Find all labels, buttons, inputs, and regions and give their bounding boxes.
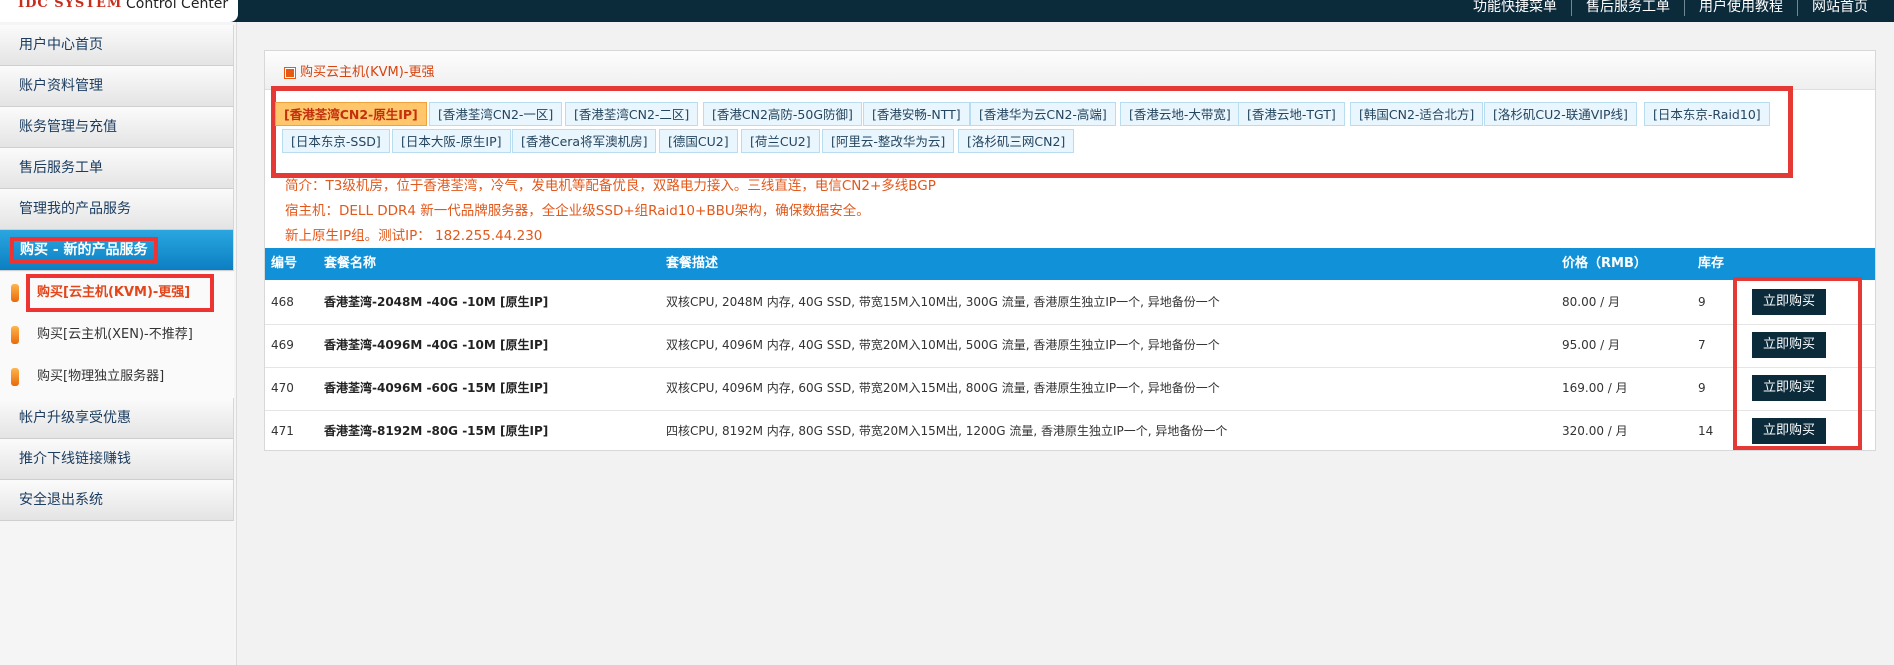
table-row: 468 香港荃湾-2048M -40G -10M [原生IP] 双核CPU, 2… xyxy=(265,281,1875,325)
highlight-box xyxy=(26,274,214,312)
row-id: 468 xyxy=(271,295,294,309)
sub-item-label: 购买[云主机(XEN)-不推荐] xyxy=(37,327,193,342)
sub-item-buy-xen[interactable]: 购买[云主机(XEN)-不推荐] xyxy=(0,314,234,357)
row-name: 香港荃湾-4096M -60G -15M [原生IP] xyxy=(324,381,549,395)
row-id: 470 xyxy=(271,381,294,395)
sub-item-label: 购买[物理独立服务器] xyxy=(37,369,165,384)
tab-germany-cu2[interactable]: [德国CU2] xyxy=(659,129,738,153)
sidebar-item-user-home[interactable]: 用户中心首页 xyxy=(0,25,234,66)
tab-netherlands-cu2[interactable]: [荷兰CU2] xyxy=(741,129,820,153)
row-price: 320.00 / 月 xyxy=(1562,424,1628,438)
tab-japan-tokyo-ssd[interactable]: [日本东京-SSD] xyxy=(282,129,390,153)
sidebar-item-billing[interactable]: 账务管理与充值 xyxy=(0,107,234,148)
sub-item-buy-dedicated[interactable]: 购买[物理独立服务器] xyxy=(0,356,234,399)
main-panel: 购买云主机(KVM)-更强 [香港荃湾CN2-原生IP] [香港荃湾CN2-一区… xyxy=(264,50,1876,451)
row-name: 香港荃湾-8192M -80G -15M [原生IP] xyxy=(324,424,549,438)
sub-item-buy-kvm[interactable]: 购买[云主机(KVM)-更强] xyxy=(0,272,234,315)
sidebar-item-service-ticket[interactable]: 售后服务工单 xyxy=(0,148,234,189)
row-stock: 7 xyxy=(1698,338,1706,352)
link-site-home[interactable]: 网站首页 xyxy=(1797,0,1882,16)
orange-bar-icon xyxy=(11,284,19,302)
sidebar-item-manage-products[interactable]: 管理我的产品服务 xyxy=(0,189,234,230)
table-row: 470 香港荃湾-4096M -60G -15M [原生IP] 双核CPU, 4… xyxy=(265,367,1875,411)
table-row: 471 香港荃湾-8192M -80G -15M [原生IP] 四核CPU, 8… xyxy=(265,410,1875,453)
control-center-title: Control Center xyxy=(126,0,229,12)
orange-bar-icon xyxy=(11,368,19,386)
link-quick-menu[interactable]: 功能快捷菜单 xyxy=(1459,0,1571,16)
col-desc: 套餐描述 xyxy=(666,256,719,271)
col-name: 套餐名称 xyxy=(324,256,377,271)
sidebar-item-logout[interactable]: 安全退出系统 xyxy=(0,480,234,521)
table-row: 469 香港荃湾-4096M -40G -10M [原生IP] 双核CPU, 4… xyxy=(265,324,1875,368)
tab-hk-yundi-tgt[interactable]: [香港云地-TGT] xyxy=(1238,102,1345,126)
row-price: 80.00 / 月 xyxy=(1562,295,1621,309)
intro-line-2: 宿主机：DELL DDR4 新一代品牌服务器，全企业级SSD+组Raid10+B… xyxy=(285,203,870,219)
tab-hk-huawei-cn2[interactable]: [香港华为云CN2-高端] xyxy=(970,102,1116,126)
link-user-guide[interactable]: 用户使用教程 xyxy=(1684,0,1797,16)
row-desc: 双核CPU, 4096M 内存, 60G SSD, 带宽20M入15M出, 80… xyxy=(666,381,1220,395)
col-price: 价格（RMB） xyxy=(1562,256,1647,271)
tab-la-cn2-gia[interactable]: [洛杉矶三网CN2] xyxy=(958,129,1075,153)
row-price: 169.00 / 月 xyxy=(1562,381,1628,395)
tab-la-cu2-vip[interactable]: [洛杉矶CU2-联通VIP线] xyxy=(1484,102,1637,126)
tab-korea-cn2[interactable]: [韩国CN2-适合北方] xyxy=(1350,102,1484,126)
intro-line-1: 简介：T3级机房，位于香港荃湾，冷气，发电机等配备优良，双路电力接入。三线直连，… xyxy=(285,178,936,194)
row-name: 香港荃湾-2048M -40G -10M [原生IP] xyxy=(324,295,549,309)
tab-hk-anchang-ntt[interactable]: [香港安畅-NTT] xyxy=(863,102,970,126)
sidebar-item-referral[interactable]: 推介下线链接赚钱 xyxy=(0,439,234,480)
col-stock: 库存 xyxy=(1698,256,1725,271)
row-stock: 14 xyxy=(1698,424,1714,438)
row-desc: 双核CPU, 4096M 内存, 40G SSD, 带宽20M入10M出, 50… xyxy=(666,338,1220,352)
sidebar-item-upgrade[interactable]: 帐户升级享受优惠 xyxy=(0,398,234,439)
sidebar: 用户中心首页 账户资料管理 账务管理与充值 售后服务工单 管理我的产品服务 购买… xyxy=(0,22,237,665)
square-bullet-icon xyxy=(285,68,295,78)
row-name: 香港荃湾-4096M -40G -10M [原生IP] xyxy=(324,338,549,352)
tab-hk-cn2-ddos[interactable]: [香港CN2高防-50G防御] xyxy=(703,102,862,126)
sidebar-item-buy-new[interactable]: 购买 - 新的产品服务 xyxy=(0,230,234,271)
row-id: 471 xyxy=(271,424,294,438)
row-price: 95.00 / 月 xyxy=(1562,338,1621,352)
tab-aliyun-huawei[interactable]: [阿里云-整改华为云] xyxy=(822,129,955,153)
row-stock: 9 xyxy=(1698,381,1706,395)
tab-japan-osaka-native[interactable]: [日本大阪-原生IP] xyxy=(392,129,511,153)
tab-hk-tsuen-wan-cn2-zone1[interactable]: [香港荃湾CN2-一区] xyxy=(429,102,563,126)
col-id: 编号 xyxy=(271,256,298,271)
buy-buttons-highlight xyxy=(1733,277,1862,450)
row-stock: 9 xyxy=(1698,295,1706,309)
sidebar-item-buy-new-label: 购买 - 新的产品服务 xyxy=(10,237,158,264)
top-links: 功能快捷菜单 售后服务工单 用户使用教程 网站首页 xyxy=(1459,0,1882,16)
table-header: 编号 套餐名称 套餐描述 价格（RMB） 库存 xyxy=(265,248,1875,280)
row-desc: 双核CPU, 2048M 内存, 40G SSD, 带宽15M入10M出, 30… xyxy=(666,295,1220,309)
tab-japan-tokyo-raid10[interactable]: [日本东京-Raid10] xyxy=(1644,102,1770,126)
tab-hk-cera-tko[interactable]: [香港Cera将军澳机房] xyxy=(512,129,657,153)
logo-area: IDC SYSTEM Control Center xyxy=(0,0,238,22)
orange-bar-icon xyxy=(11,326,19,344)
tab-hk-tsuen-wan-cn2-zone2[interactable]: [香港荃湾CN2-二区] xyxy=(565,102,699,126)
panel-header: 购买云主机(KVM)-更强 xyxy=(265,51,1875,90)
row-id: 469 xyxy=(271,338,294,352)
panel-title: 购买云主机(KVM)-更强 xyxy=(300,65,435,80)
intro-line-3: 新上原生IP组。测试IP： 182.255.44.230 xyxy=(285,228,543,244)
tab-hk-yundi-bandwidth[interactable]: [香港云地-大带宽] xyxy=(1120,102,1240,126)
logo: IDC SYSTEM xyxy=(18,0,123,11)
top-header: IDC SYSTEM Control Center 功能快捷菜单 售后服务工单 … xyxy=(0,0,1894,22)
sidebar-item-account-info[interactable]: 账户资料管理 xyxy=(0,66,234,107)
tab-hk-tsuen-wan-cn2-native[interactable]: [香港荃湾CN2-原生IP] xyxy=(275,102,427,126)
row-desc: 四核CPU, 8192M 内存, 80G SSD, 带宽20M入15M出, 12… xyxy=(666,424,1228,438)
link-service-ticket[interactable]: 售后服务工单 xyxy=(1571,0,1684,16)
